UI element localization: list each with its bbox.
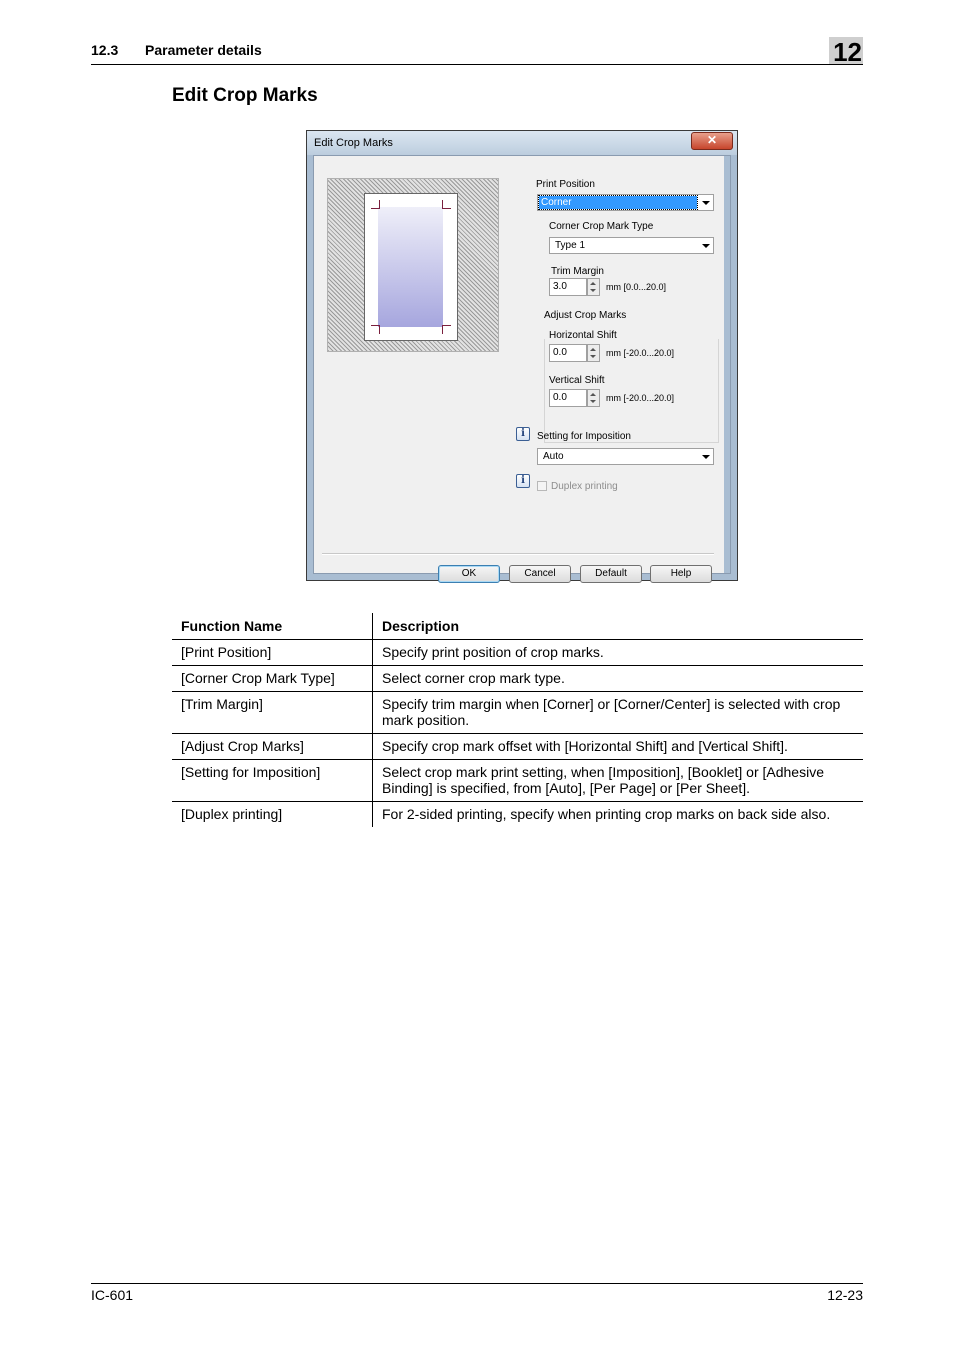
spin-up-icon[interactable]	[590, 393, 596, 396]
duplex-printing-checkbox[interactable]	[537, 481, 547, 491]
function-name-cell: [Print Position]	[172, 639, 373, 666]
trim-margin-input[interactable]: 3.0	[549, 278, 587, 296]
duplex-printing-label: Duplex printing	[551, 481, 618, 492]
table-row: [Setting for Imposition] Select crop mar…	[172, 759, 863, 802]
horizontal-shift-range: mm [-20.0...20.0]	[606, 348, 675, 358]
crop-mark-top-left	[371, 200, 380, 209]
crop-mark-bottom-left	[371, 325, 380, 334]
spin-down-icon[interactable]	[590, 355, 596, 358]
function-name-cell: [Duplex printing]	[172, 801, 373, 827]
setting-for-imposition-select[interactable]: Auto	[537, 448, 714, 465]
column-header-description: Description	[372, 613, 863, 640]
running-header: 12.3 Parameter details	[91, 42, 262, 58]
function-name-cell: [Trim Margin]	[172, 691, 373, 734]
crop-mark-top-right	[442, 200, 451, 209]
footer-page-number: 12-23	[827, 1287, 863, 1303]
description-cell: Specify trim margin when [Corner] or [Co…	[372, 691, 863, 734]
description-cell: Specify print position of crop marks.	[372, 639, 863, 666]
function-name-cell: [Setting for Imposition]	[172, 759, 373, 802]
description-cell: Specify crop mark offset with [Horizonta…	[372, 733, 863, 760]
print-position-select[interactable]: Corner	[537, 194, 714, 211]
corner-crop-mark-type-value: Type 1	[555, 240, 586, 251]
section-title: Parameter details	[145, 42, 262, 58]
function-name-cell: [Adjust Crop Marks]	[172, 733, 373, 760]
description-cell: Select corner crop mark type.	[372, 665, 863, 692]
preview-sheet	[364, 193, 458, 341]
table-row: [Trim Margin] Specify trim margin when […	[172, 691, 863, 734]
trim-margin-label: Trim Margin	[551, 266, 604, 277]
edit-crop-marks-dialog: Edit Crop Marks ✕ Print Position Corner …	[306, 130, 738, 583]
vertical-shift-input[interactable]: 0.0	[549, 389, 587, 407]
print-position-label: Print Position	[536, 179, 595, 190]
vertical-shift-stepper[interactable]	[587, 389, 600, 407]
spin-down-icon[interactable]	[590, 400, 596, 403]
function-name-cell: [Corner Crop Mark Type]	[172, 665, 373, 692]
info-icon[interactable]: i	[516, 427, 530, 441]
horizontal-shift-stepper[interactable]	[587, 344, 600, 362]
close-button[interactable]: ✕	[691, 132, 733, 150]
corner-crop-mark-type-label: Corner Crop Mark Type	[549, 221, 654, 232]
setting-for-imposition-label: Setting for Imposition	[537, 431, 631, 442]
chapter-number-badge: 12	[829, 37, 863, 67]
print-position-value: Corner	[538, 195, 698, 210]
section-number: 12.3	[91, 42, 119, 58]
help-button[interactable]: Help	[650, 565, 712, 583]
table-row: [Adjust Crop Marks] Specify crop mark of…	[172, 733, 863, 760]
dialog-title: Edit Crop Marks	[314, 137, 393, 149]
spin-up-icon[interactable]	[590, 282, 596, 285]
button-separator	[322, 553, 714, 555]
cancel-button[interactable]: Cancel	[509, 565, 571, 583]
setting-for-imposition-value: Auto	[543, 451, 564, 462]
footer-rule	[91, 1283, 863, 1284]
description-cell: Select crop mark print setting, when [Im…	[372, 759, 863, 802]
crop-mark-bottom-right	[442, 325, 451, 334]
spin-up-icon[interactable]	[590, 348, 596, 351]
chevron-down-icon	[702, 244, 710, 248]
trim-margin-range: mm [0.0...20.0]	[606, 282, 667, 292]
table-row: [Corner Crop Mark Type] Select corner cr…	[172, 665, 863, 692]
dialog-side-strip	[724, 156, 730, 573]
corner-crop-mark-type-select[interactable]: Type 1	[549, 237, 714, 254]
horizontal-shift-label: Horizontal Shift	[549, 330, 617, 341]
vertical-shift-range: mm [-20.0...20.0]	[606, 393, 675, 403]
chevron-down-icon	[702, 455, 710, 459]
trim-margin-stepper[interactable]	[587, 278, 600, 296]
adjust-crop-marks-label: Adjust Crop Marks	[544, 310, 627, 321]
description-cell: For 2-sided printing, specify when print…	[372, 801, 863, 827]
ok-button[interactable]: OK	[438, 565, 500, 583]
chevron-down-icon	[702, 201, 710, 205]
horizontal-shift-input[interactable]: 0.0	[549, 344, 587, 362]
column-header-function-name: Function Name	[172, 613, 373, 640]
spin-down-icon[interactable]	[590, 289, 596, 292]
footer-model: IC-601	[91, 1287, 134, 1303]
table-header-row: Function Name Description	[172, 613, 863, 640]
dialog-titlebar[interactable]: Edit Crop Marks ✕	[307, 131, 737, 155]
info-icon[interactable]: i	[516, 474, 530, 488]
default-button[interactable]: Default	[580, 565, 642, 583]
dialog-client-area: Print Position Corner Corner Crop Mark T…	[313, 155, 731, 583]
function-description-table: Function Name Description [Print Positio…	[172, 613, 863, 827]
preview-image-area	[378, 207, 443, 327]
table-row: [Print Position] Specify print position …	[172, 639, 863, 666]
crop-mark-preview	[327, 178, 499, 352]
vertical-shift-label: Vertical Shift	[549, 375, 605, 386]
header-rule	[91, 64, 863, 65]
table-row: [Duplex printing] For 2-sided printing, …	[172, 801, 863, 827]
page-title: Edit Crop Marks	[172, 85, 318, 106]
